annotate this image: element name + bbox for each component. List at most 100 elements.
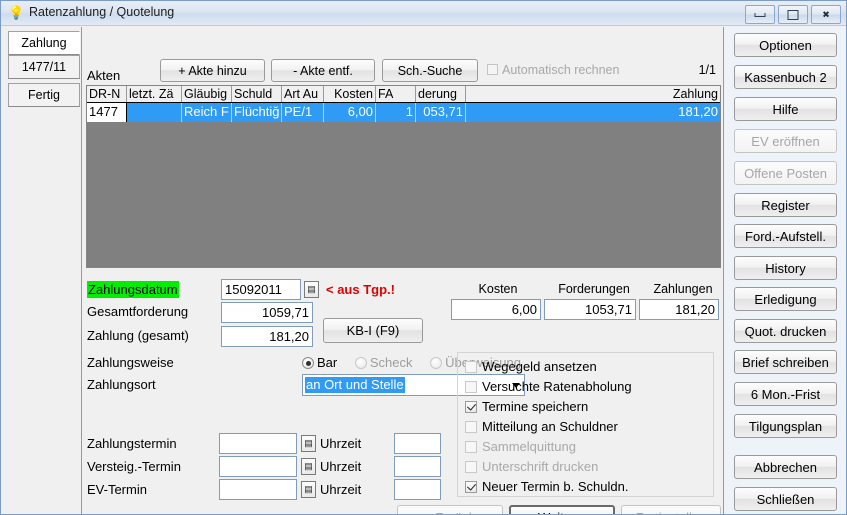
sidebar-brief-schreiben-button[interactable]: Brief schreiben	[734, 350, 837, 374]
termine-speichern-box	[465, 401, 477, 413]
wegegeld-box	[465, 361, 477, 373]
left-tab-strip: Zahlung 1477/11 Fertig	[2, 27, 82, 514]
grid-col-forderung[interactable]: derung	[416, 86, 466, 102]
grid-col-glaeubiger[interactable]: Gläubig	[182, 86, 232, 102]
tab-fertig[interactable]: Fertig	[8, 83, 80, 107]
page-counter: 1/1	[698, 63, 716, 77]
grid-col-zahlung[interactable]: Zahlung	[466, 86, 720, 102]
gesamtforderung-input[interactable]: 1059,71	[221, 302, 313, 323]
grid-col-drnr[interactable]: DR-N	[87, 86, 127, 102]
akten-label: Akten	[87, 68, 121, 83]
radio-bar[interactable]: Bar	[302, 355, 337, 370]
right-sidebar: Optionen Kassenbuch 2 Hilfe EV eröffnen …	[725, 27, 846, 514]
options-checkbox-panel: Wegegeld ansetzen Versuchte Ratenabholun…	[457, 352, 714, 497]
cell-kosten: 6,00	[324, 103, 376, 122]
sidebar-optionen-button[interactable]: Optionen	[734, 33, 837, 57]
grid-col-fa[interactable]: FA	[376, 86, 416, 102]
main-panel: Akten + Akte hinzu - Akte entf. Sch.-Suc…	[83, 27, 724, 514]
sidebar-offene-posten-button: Offene Posten	[734, 161, 837, 185]
cell-glaeubiger: Reich F	[182, 103, 232, 122]
zahlungstermin-uhrzeit-label: Uhrzeit	[320, 436, 362, 451]
checkbox-neuer-termin[interactable]: Neuer Termin b. Schuldn.	[465, 479, 628, 494]
cell-schuldner: Flüchtiğ	[232, 103, 282, 122]
sidebar-ford-aufstellung-button[interactable]: Ford.-Aufstell.	[734, 224, 837, 248]
zahlungsdatum-label: Zahlungsdatum	[87, 281, 179, 298]
tab-aktenzeichen[interactable]: 1477/11	[8, 55, 80, 79]
evtermin-date-input[interactable]	[219, 479, 297, 500]
grid-col-schuldner[interactable]: Schuld	[232, 86, 282, 102]
grid-col-artauftrag[interactable]: Art Au	[282, 86, 324, 102]
checkbox-sammelquittung: Sammelquittung	[465, 439, 576, 454]
sidebar-schliessen-button[interactable]: Schließen	[734, 487, 837, 511]
window-title: Ratenzahlung / Quotelung	[29, 5, 175, 19]
calendar-icon-zahlungsdatum[interactable]: ▤	[304, 281, 319, 298]
sidebar-ev-eroeffnen-button: EV eröffnen	[734, 129, 837, 153]
radio-ueberweisung-dot	[430, 357, 443, 369]
grid-col-kosten[interactable]: Kosten	[324, 86, 376, 102]
zahlungsdatum-input[interactable]: 15092011	[221, 279, 301, 300]
summary-forderungen-value[interactable]: 1053,71	[544, 299, 636, 320]
finish-button: Fertigstellen	[621, 505, 721, 514]
ratenzahlung-dialog: 💡 Ratenzahlung / Quotelung ✖ Zahlung 147…	[0, 0, 847, 515]
evtermin-time-input[interactable]	[394, 479, 441, 500]
sidebar-abbrechen-button[interactable]: Abbrechen	[734, 455, 837, 479]
cell-letztz	[127, 103, 182, 122]
tab-zahlung[interactable]: Zahlung	[8, 31, 80, 55]
auto-calc-box	[487, 64, 498, 75]
zahlungsort-value: an Ort und Stelle	[305, 377, 405, 393]
checkbox-termine-speichern[interactable]: Termine speichern	[465, 399, 588, 414]
radio-scheck-dot	[354, 357, 367, 369]
maximize-button[interactable]	[778, 5, 808, 24]
summary-kosten-value[interactable]: 6,00	[451, 299, 541, 320]
cell-artauftrag: PE/1	[282, 103, 324, 122]
sidebar-6-monats-frist-button[interactable]: 6 Mon.-Frist	[734, 382, 837, 406]
calendar-icon-evtermin[interactable]: ▤	[301, 481, 316, 498]
close-button[interactable]: ✖	[811, 5, 841, 24]
akten-grid[interactable]: DR-N letzt. Zä Gläubig Schuld Art Au Kos…	[86, 85, 721, 268]
table-row[interactable]: 1477 Reich F Flüchtiğ PE/1 6,00 1 053,71…	[87, 103, 720, 122]
grid-header-row: DR-N letzt. Zä Gläubig Schuld Art Au Kos…	[87, 86, 720, 103]
zahlungsweise-label: Zahlungsweise	[87, 355, 174, 370]
zahlungstermin-time-input[interactable]	[394, 433, 441, 454]
kassenbuch-f9-button[interactable]: KB-I (F9)	[323, 318, 423, 343]
window-titlebar: 💡 Ratenzahlung / Quotelung ✖	[1, 1, 846, 26]
checkbox-wegegeld[interactable]: Wegegeld ansetzen	[465, 359, 597, 374]
remove-akte-button[interactable]: - Akte entf.	[271, 59, 375, 82]
sidebar-erledigung-button[interactable]: Erledigung	[734, 287, 837, 311]
sidebar-register-button[interactable]: Register	[734, 193, 837, 217]
versteigtermin-label: Versteig.-Termin	[87, 459, 181, 474]
summary-header-forderungen: Forderungen	[558, 282, 630, 296]
calendar-icon-versteigtermin[interactable]: ▤	[301, 458, 316, 475]
next-button[interactable]: Weiter ≥	[509, 505, 615, 514]
versteigtermin-date-input[interactable]	[219, 456, 297, 477]
add-akte-button[interactable]: + Akte hinzu	[160, 59, 265, 82]
zahlungstermin-label: Zahlungstermin	[87, 436, 177, 451]
calendar-icon-zahlungstermin[interactable]: ▤	[301, 435, 316, 452]
cell-fa: 1	[376, 103, 416, 122]
sidebar-history-button[interactable]: History	[734, 256, 837, 280]
auto-calc-checkbox[interactable]: Automatisch rechnen	[487, 63, 619, 77]
radio-scheck[interactable]: Scheck	[354, 355, 413, 370]
checkbox-ratenabholung[interactable]: Versuchte Ratenabholung	[465, 379, 632, 394]
evtermin-label: EV-Termin	[87, 482, 147, 497]
zahlung-gesamt-input[interactable]: 181,20	[221, 326, 313, 347]
zahlungsdatum-warning: < aus Tgp.!	[326, 282, 395, 297]
versteigtermin-uhrzeit-label: Uhrzeit	[320, 459, 362, 474]
schuldner-suche-button[interactable]: Sch.-Suche	[382, 59, 478, 82]
sidebar-quot-drucken-button[interactable]: Quot. drucken	[734, 319, 837, 343]
sidebar-hilfe-button[interactable]: Hilfe	[734, 97, 837, 121]
versteigtermin-time-input[interactable]	[394, 456, 441, 477]
back-button: ≤ Zurück	[397, 505, 503, 514]
checkbox-mitteilung[interactable]: Mitteilung an Schuldner	[465, 419, 618, 434]
mitteilung-box	[465, 421, 477, 433]
summary-zahlungen-value[interactable]: 181,20	[639, 299, 719, 320]
zahlungstermin-date-input[interactable]	[219, 433, 297, 454]
sidebar-tilgungsplan-button[interactable]: Tilgungsplan	[734, 414, 837, 438]
sidebar-kassenbuch2-button[interactable]: Kassenbuch 2	[734, 65, 837, 89]
minimize-button[interactable]	[745, 5, 775, 24]
summary-header-kosten: Kosten	[478, 282, 518, 296]
grid-col-letztz[interactable]: letzt. Zä	[127, 86, 182, 102]
summary-header-zahlungen: Zahlungen	[653, 282, 713, 296]
unterschrift-box	[465, 461, 477, 473]
zahlung-gesamt-label: Zahlung (gesamt)	[87, 328, 189, 343]
